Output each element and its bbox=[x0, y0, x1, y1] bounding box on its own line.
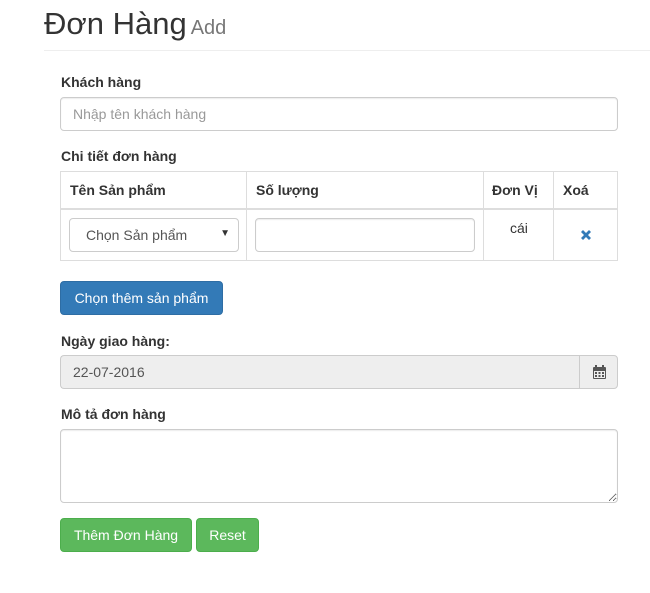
add-order-button[interactable]: Thêm Đơn Hàng bbox=[60, 518, 192, 552]
customer-placeholder: Nhập tên khách hàng bbox=[73, 106, 207, 122]
unit-value: cái bbox=[510, 220, 528, 236]
order-details-label: Chi tiết đơn hàng bbox=[61, 148, 177, 164]
order-details-table: Tên Sản phẩm Số lượng Đơn Vị Xoá Chọn Sả… bbox=[60, 171, 618, 261]
customer-label: Khách hàng bbox=[61, 74, 142, 90]
delivery-date-input[interactable]: 22-07-2016 bbox=[60, 355, 579, 389]
page-subtitle: Add bbox=[190, 17, 227, 39]
page-title: Đơn Hàng Add bbox=[44, 6, 226, 46]
description-textarea[interactable] bbox=[60, 429, 618, 503]
customer-input[interactable]: Nhập tên khách hàng bbox=[60, 97, 618, 131]
quantity-input[interactable] bbox=[255, 218, 475, 252]
page-header: Đơn Hàng Add bbox=[44, 0, 650, 51]
column-header-quantity: Số lượng bbox=[256, 182, 319, 198]
product-select[interactable]: Chọn Sản phẩm ▼ bbox=[69, 218, 239, 252]
chevron-down-icon: ▼ bbox=[220, 228, 230, 239]
remove-icon[interactable] bbox=[579, 228, 593, 242]
calendar-icon bbox=[593, 365, 606, 379]
column-divider bbox=[553, 172, 554, 260]
delivery-date-value: 22-07-2016 bbox=[73, 364, 145, 380]
column-divider bbox=[246, 172, 247, 260]
page-title-text: Đơn Hàng bbox=[44, 6, 187, 41]
delivery-date-label: Ngày giao hàng: bbox=[61, 333, 170, 349]
calendar-button[interactable] bbox=[579, 355, 618, 389]
column-header-unit: Đơn Vị bbox=[492, 182, 538, 198]
reset-button[interactable]: Reset bbox=[196, 518, 259, 552]
description-label: Mô tả đơn hàng bbox=[61, 406, 166, 422]
column-divider bbox=[483, 172, 484, 260]
add-product-button[interactable]: Chọn thêm sản phẩm bbox=[60, 281, 223, 315]
column-header-delete: Xoá bbox=[563, 182, 589, 198]
delivery-date-group: 22-07-2016 bbox=[60, 355, 618, 389]
product-select-value: Chọn Sản phẩm bbox=[86, 227, 188, 243]
column-header-product: Tên Sản phẩm bbox=[70, 182, 166, 198]
